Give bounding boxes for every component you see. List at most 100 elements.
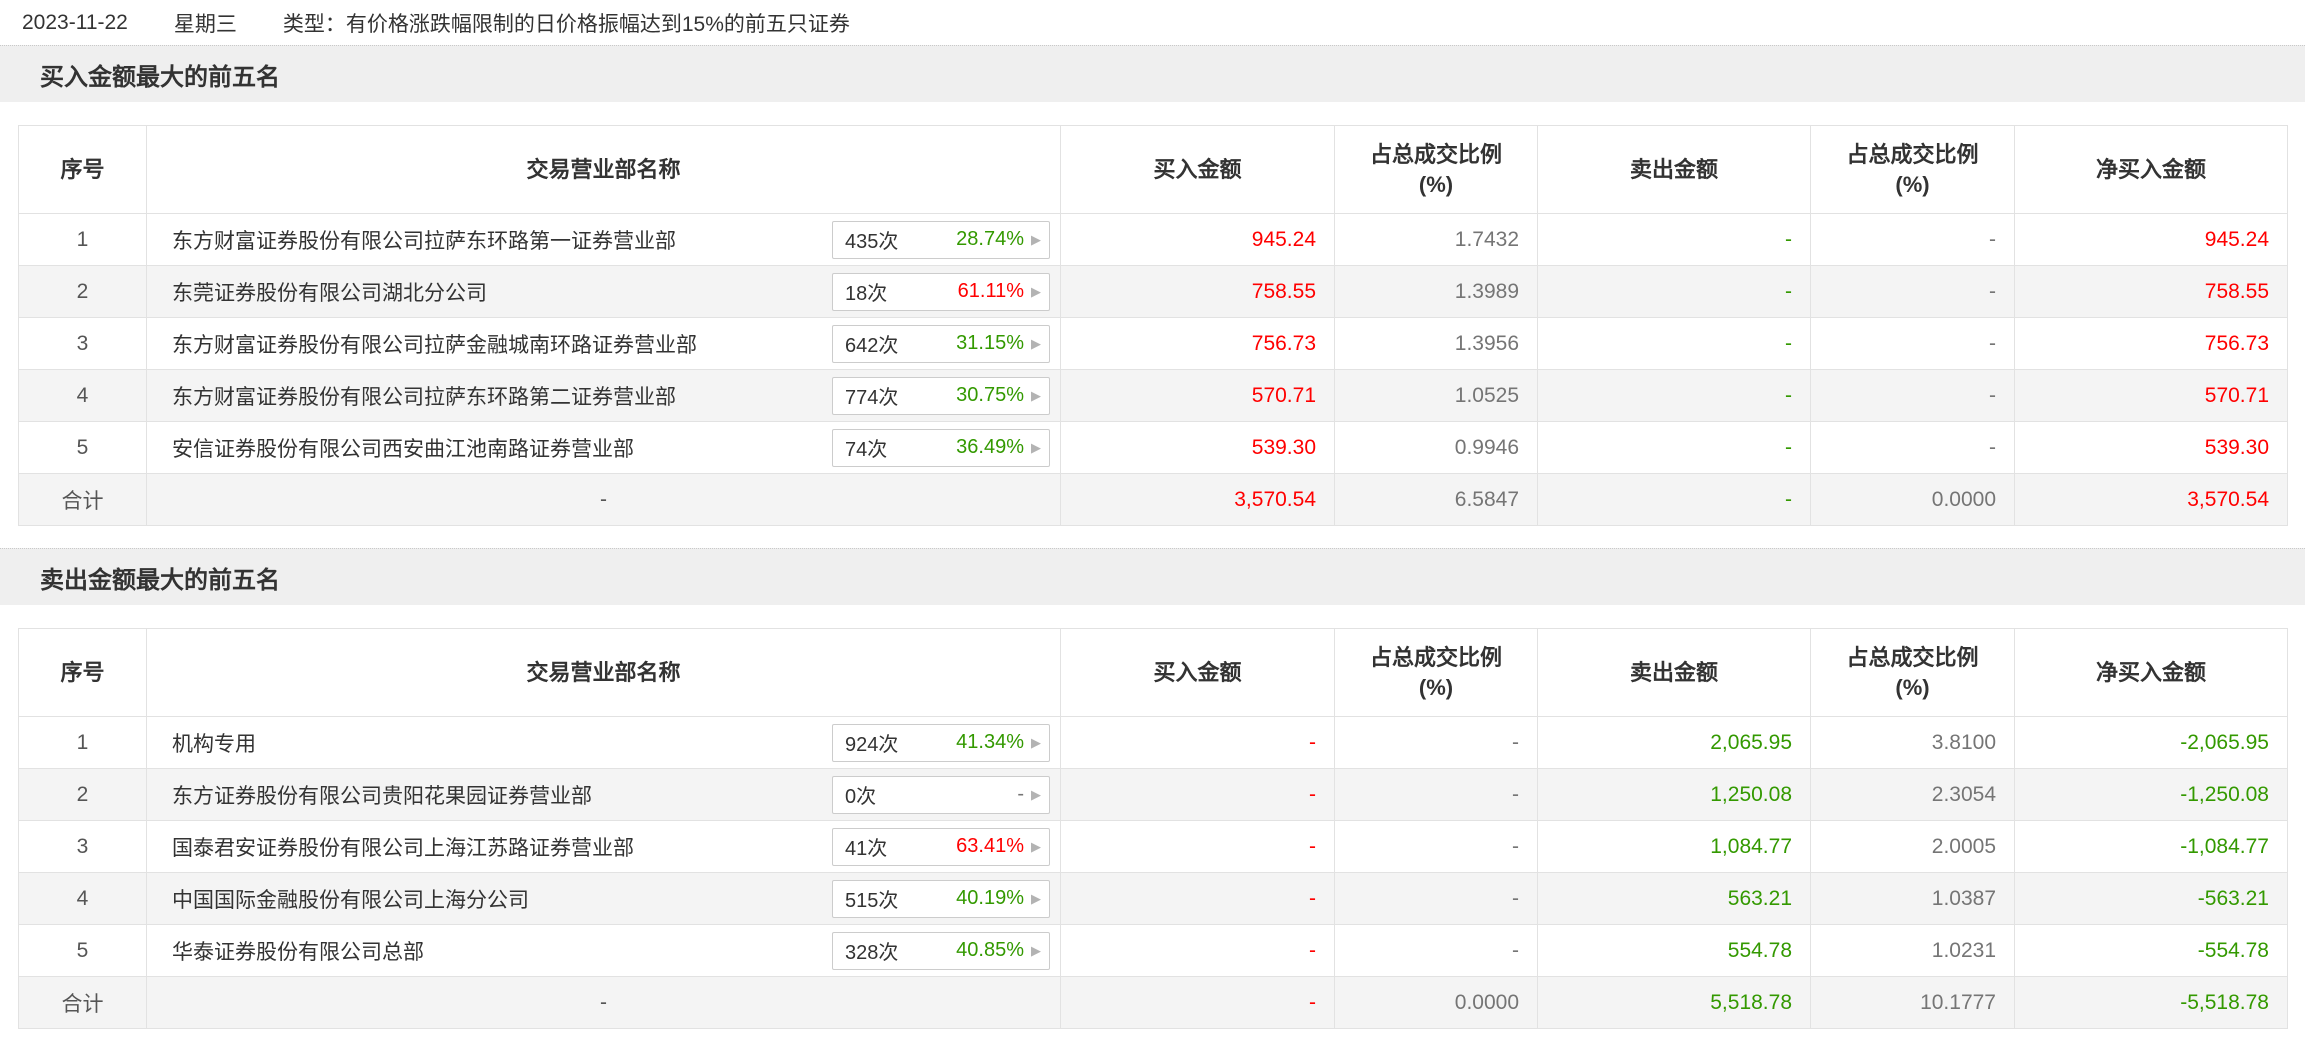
buy-amount: 945.24 [1060,213,1335,266]
sell-amount: 1,084.77 [1537,820,1811,873]
sell-amount: 2,065.95 [1537,716,1811,769]
trade-count-badge[interactable]: 642次 31.15% ▶ [832,324,1050,363]
list-type-label: 类型：有价格涨跌幅限制的日价格振幅达到15%的前五只证券 [282,12,850,36]
col-header-no: 序号 [18,125,147,214]
sell-amount: 1,250.08 [1537,768,1811,821]
trade-count-badge[interactable]: 328次 40.85% ▶ [832,931,1050,970]
col-header-net-buy: 净买入金额 [2014,125,2288,214]
buy-ratio: 1.7432 [1334,213,1538,266]
buy-amount: - [1060,924,1335,977]
total-label: 合计 [18,976,147,1029]
buy-ratio: - [1334,768,1538,821]
sell-amount: - [1537,317,1811,370]
department-name: 安信证券股份有限公司西安曲江池南路证券营业部 [172,437,634,461]
trade-count-badge[interactable]: 515次 40.19% ▶ [832,879,1050,918]
sell-ratio: 3.8100 [1810,716,2015,769]
department-name: 东方证券股份有限公司贵阳花果园证券营业部 [172,784,592,808]
chevron-right-icon: ▶ [1031,232,1041,247]
date-type-bar: 2023-11-22 星期三 类型：有价格涨跌幅限制的日价格振幅达到15%的前五… [0,0,2305,45]
weekday-label: 星期三 [173,12,237,36]
buy-amount: - [1060,820,1335,873]
total-name-placeholder: - [146,976,1061,1029]
table-row: 5 华泰证券股份有限公司总部 328次 40.85% ▶ - - 554.78 … [18,924,2288,977]
win-rate: 40.19% [956,887,1024,909]
col-header-sell-amount: 卖出金额 [1537,125,1811,214]
table-row: 5 安信证券股份有限公司西安曲江池南路证券营业部 74次 36.49% ▶ 53… [18,421,2288,474]
col-header-sell-ratio: 占总成交比例 (%) [1810,628,2015,717]
department-name: 中国国际金融股份有限公司上海分公司 [172,888,529,912]
sell-amount: - [1537,213,1811,266]
trade-count-badge[interactable]: 41次 63.41% ▶ [832,827,1050,866]
buy-ratio: - [1334,872,1538,925]
trade-count-badge[interactable]: 18次 61.11% ▶ [832,272,1050,311]
chevron-right-icon: ▶ [1031,336,1041,351]
buy-amount: 756.73 [1060,317,1335,370]
row-index: 3 [18,317,147,370]
total-net-buy: -5,518.78 [2014,976,2288,1029]
buy-amount: - [1060,872,1335,925]
sell-table-container: 序号 交易营业部名称 买入金额 占总成交比例 (%) 卖出金额 占总成交比例 (… [18,628,2288,1029]
table-row: 4 中国国际金融股份有限公司上海分公司 515次 40.19% ▶ - - 56… [18,872,2288,925]
total-sell-amount: 5,518.78 [1537,976,1811,1029]
chevron-right-icon: ▶ [1031,943,1041,958]
row-index: 4 [18,872,147,925]
total-sell-amount: - [1537,473,1811,526]
net-buy-amount: -563.21 [2014,872,2288,925]
sell-ratio: - [1810,317,2015,370]
win-rate: 40.85% [956,939,1024,961]
trade-count: 0次 [845,786,877,808]
trade-count-badge[interactable]: 774次 30.75% ▶ [832,376,1050,415]
net-buy-amount: -554.78 [2014,924,2288,977]
buy-ratio: - [1334,716,1538,769]
trade-count: 924次 [845,734,899,756]
buy-ratio: 1.3956 [1334,317,1538,370]
win-rate: - [1017,783,1024,805]
total-label: 合计 [18,473,147,526]
net-buy-amount: 945.24 [2014,213,2288,266]
trade-count-badge[interactable]: 924次 41.34% ▶ [832,723,1050,762]
table-row: 2 东莞证券股份有限公司湖北分公司 18次 61.11% ▶ 758.55 1.… [18,265,2288,318]
win-rate: 28.74% [956,228,1024,250]
trade-count: 328次 [845,942,899,964]
buy-ratio: 1.0525 [1334,369,1538,422]
row-index: 1 [18,716,147,769]
row-index: 3 [18,820,147,873]
col-header-net-buy: 净买入金额 [2014,628,2288,717]
total-name-placeholder: - [146,473,1061,526]
buy-ratio: 1.3989 [1334,265,1538,318]
total-buy-amount: 3,570.54 [1060,473,1335,526]
trade-count: 642次 [845,335,899,357]
sell-amount: - [1537,265,1811,318]
sell-ratio: 1.0231 [1810,924,2015,977]
trade-date: 2023-11-22 [22,10,128,34]
trade-count-badge[interactable]: 74次 36.49% ▶ [832,428,1050,467]
chevron-right-icon: ▶ [1031,388,1041,403]
total-row: 合计 - - 0.0000 5,518.78 10.1777 -5,518.78 [18,976,2288,1029]
net-buy-amount: 756.73 [2014,317,2288,370]
chevron-right-icon: ▶ [1031,787,1041,802]
win-rate: 41.34% [956,731,1024,753]
table-row: 2 东方证券股份有限公司贵阳花果园证券营业部 0次 - ▶ - - 1,250.… [18,768,2288,821]
trade-count-badge[interactable]: 0次 - ▶ [832,775,1050,814]
sell-ratio: - [1810,265,2015,318]
sell-amount: - [1537,421,1811,474]
net-buy-amount: 539.30 [2014,421,2288,474]
department-name: 东方财富证券股份有限公司拉萨东环路第二证券营业部 [172,385,676,409]
chevron-right-icon: ▶ [1031,839,1041,854]
buy-table-container: 序号 交易营业部名称 买入金额 占总成交比例 (%) 卖出金额 占总成交比例 (… [18,125,2288,526]
net-buy-amount: -2,065.95 [2014,716,2288,769]
sell-ratio: 2.3054 [1810,768,2015,821]
net-buy-amount: 570.71 [2014,369,2288,422]
department-name: 东方财富证券股份有限公司拉萨东环路第一证券营业部 [172,229,676,253]
department-name: 机构专用 [172,732,256,756]
buy-ratio: - [1334,820,1538,873]
buy-table: 序号 交易营业部名称 买入金额 占总成交比例 (%) 卖出金额 占总成交比例 (… [18,125,2288,526]
row-index: 4 [18,369,147,422]
table-row: 1 东方财富证券股份有限公司拉萨东环路第一证券营业部 435次 28.74% ▶… [18,213,2288,266]
row-index: 5 [18,924,147,977]
table-row: 1 机构专用 924次 41.34% ▶ - - 2,065.95 3.8100… [18,716,2288,769]
col-header-buy-ratio: 占总成交比例 (%) [1334,125,1538,214]
trade-count-badge[interactable]: 435次 28.74% ▶ [832,220,1050,259]
col-header-dept-name: 交易营业部名称 [146,125,1061,214]
net-buy-amount: -1,084.77 [2014,820,2288,873]
